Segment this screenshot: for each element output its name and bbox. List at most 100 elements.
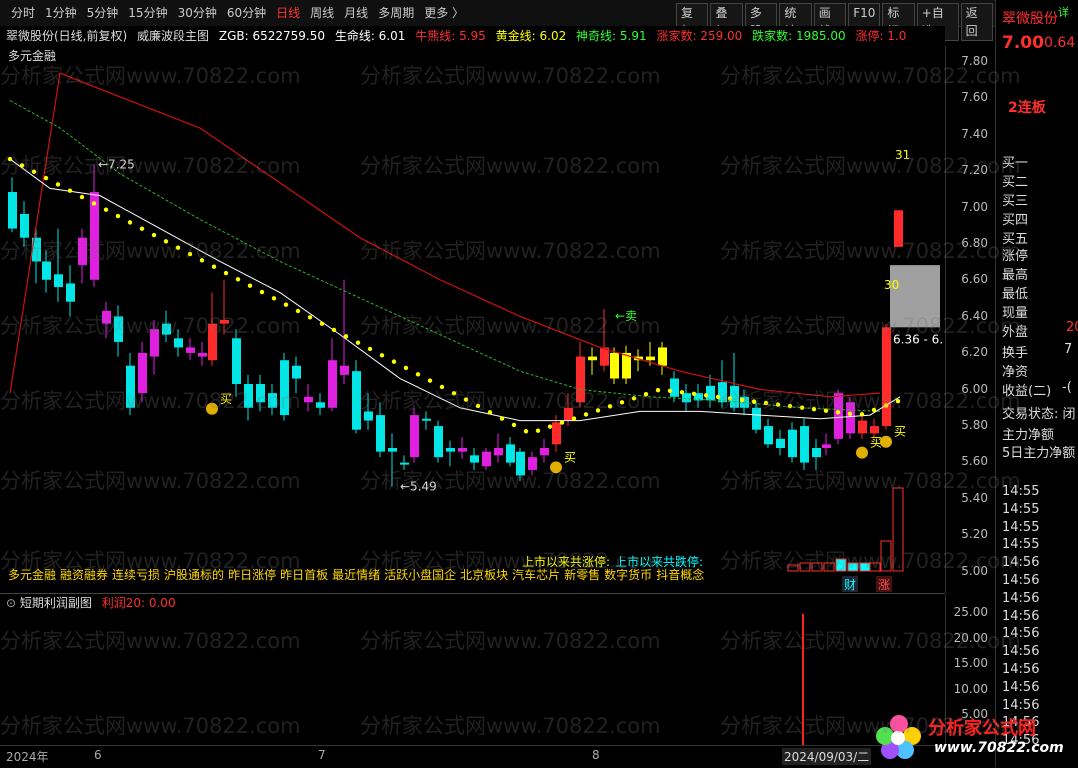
price-tick: 7.40 xyxy=(961,126,988,141)
concept-tag[interactable]: 抖音概念 xyxy=(656,568,704,582)
bull-line xyxy=(9,72,881,398)
huan-value: 7 xyxy=(1064,342,1073,357)
gold-line-dot xyxy=(187,251,193,257)
kline-chart[interactable]: ←7.25←5.49←卖买买买买31306.36 - 6.上市以来共涨停: 上市以… xyxy=(0,46,945,593)
candle-body xyxy=(564,407,573,421)
gold-line-dot xyxy=(151,232,157,238)
concept-tag[interactable]: 连续亏损 xyxy=(112,568,160,582)
gold-line-dot xyxy=(679,390,685,395)
candle-body xyxy=(646,356,655,361)
gold-line-dot xyxy=(223,270,229,276)
main-net: 主力净额 xyxy=(1002,428,1055,443)
period-tab-2[interactable]: 5分钟 xyxy=(82,5,124,21)
candle-body xyxy=(292,365,301,379)
candle-body xyxy=(162,323,171,335)
rp-times-item: 14:55 xyxy=(1002,501,1040,517)
gold-line-dot xyxy=(595,408,601,413)
subchart-value: 利润20: 0.00 xyxy=(101,596,176,610)
shou-value: -( xyxy=(1062,380,1072,395)
candle-body xyxy=(232,338,241,384)
period-tab-0[interactable]: 分时 xyxy=(6,5,40,21)
gold-line-dot xyxy=(559,420,565,425)
gold-line-dot xyxy=(547,424,553,429)
period-tab-10[interactable]: 更多 〉 xyxy=(419,5,469,21)
candle-body xyxy=(800,426,809,463)
gold-line-dot xyxy=(7,156,13,162)
concept-tag[interactable]: 昨日涨停 xyxy=(228,568,276,582)
rp-stats-item: 最低 xyxy=(1002,287,1029,302)
date-label-year: 2024年 xyxy=(6,750,49,764)
concept-tag[interactable]: 沪股通标的 xyxy=(164,568,224,582)
profit-subchart[interactable] xyxy=(0,611,945,745)
gold-line-dot xyxy=(451,391,457,396)
label-30: 30 xyxy=(884,278,899,292)
candle-body xyxy=(846,402,855,434)
candle-body xyxy=(66,283,75,302)
concept-tag[interactable]: 多元金融 xyxy=(8,568,56,582)
concept-tag[interactable]: 数字货币 xyxy=(604,568,652,582)
rp-orders-item: 买一 xyxy=(1002,156,1029,171)
period-tab-1[interactable]: 1分钟 xyxy=(40,5,82,21)
indicator-info-bar: 翠微股份(日线,前复权) 威廉波段主图 ZGB: 6522759.50 生命线:… xyxy=(0,26,945,46)
candle-body xyxy=(174,338,183,348)
rp-times-item: 14:55 xyxy=(1002,537,1040,553)
concept-tag[interactable]: 北京板块 xyxy=(460,568,508,582)
stock-label[interactable]: 翠微股份(日线,前复权) xyxy=(6,29,127,43)
candle-body xyxy=(400,462,409,465)
date-axis: 2024年 6 7 8 2024/09/03/二 xyxy=(0,745,945,768)
price-tick: 5.40 xyxy=(961,490,988,505)
gold-line-dot xyxy=(31,169,37,174)
concept-tag[interactable]: 汽车芯片 xyxy=(512,568,560,582)
tool-button-8[interactable]: 返回 xyxy=(960,3,994,41)
gold-line-dot xyxy=(235,277,241,282)
gold-line-dot xyxy=(847,411,853,417)
gold-line-dot xyxy=(139,226,145,231)
gold-line-dot xyxy=(691,391,697,397)
subchart-name[interactable]: 短期利润副图 xyxy=(20,596,92,610)
period-tab-5[interactable]: 60分钟 xyxy=(222,5,271,21)
collapse-icon[interactable]: ⊙ xyxy=(6,596,16,610)
gold-line-dot xyxy=(247,283,253,288)
rp-times-item: 14:56 xyxy=(1002,590,1040,606)
gold-line-dot xyxy=(355,340,361,345)
rp-times-item: 14:56 xyxy=(1002,662,1040,677)
cai-label: 财 xyxy=(844,578,856,592)
money-bag-icon xyxy=(206,402,218,415)
volume-bar xyxy=(859,562,871,572)
period-tab-6[interactable]: 日线 xyxy=(271,5,305,21)
period-tab-7[interactable]: 周线 xyxy=(305,5,339,21)
gold-line-dot xyxy=(487,410,493,415)
concept-tag[interactable]: 新零售 xyxy=(564,568,600,582)
stock-name: 翠微股份 xyxy=(1002,11,1058,27)
price-tick: 5.20 xyxy=(961,527,988,542)
candle-body xyxy=(42,261,51,280)
period-tab-8[interactable]: 月线 xyxy=(339,5,373,21)
profit-bar xyxy=(802,614,804,745)
gold-line-dot xyxy=(283,302,289,307)
concept-tag[interactable]: 融资融券 xyxy=(60,568,108,582)
label-31: 31 xyxy=(895,148,910,162)
candle-body xyxy=(776,438,785,448)
gold-line-dot xyxy=(175,245,181,250)
concept-tag[interactable]: 昨日首板 xyxy=(280,568,328,582)
detail-link[interactable]: 详 xyxy=(1058,4,1069,20)
candle-body xyxy=(788,429,797,458)
logo-text: 分析家公式网 xyxy=(928,718,1036,739)
board-count: 2连板 xyxy=(1008,100,1046,116)
volume-bar xyxy=(799,562,811,572)
gold-line-dot xyxy=(715,394,721,400)
price-tick: 5.00 xyxy=(961,563,988,578)
rp-stats2-item: 收益(二) xyxy=(1002,384,1052,399)
date-label-june: 6 xyxy=(94,748,102,762)
gold-line-dot xyxy=(499,416,505,421)
volume-bar xyxy=(835,558,847,572)
candle-body xyxy=(268,393,277,408)
period-tab-9[interactable]: 多周期 xyxy=(373,5,419,21)
concept-tag[interactable]: 最近情绪 xyxy=(332,568,380,582)
indicator-name[interactable]: 威廉波段主图 xyxy=(137,29,209,43)
period-tab-3[interactable]: 15分钟 xyxy=(123,5,172,21)
rp-stats2-item: 换手 xyxy=(1002,346,1029,361)
gold-line-dot xyxy=(859,412,865,417)
period-tab-4[interactable]: 30分钟 xyxy=(173,5,222,21)
concept-tag[interactable]: 活跃小盘国企 xyxy=(384,568,456,582)
